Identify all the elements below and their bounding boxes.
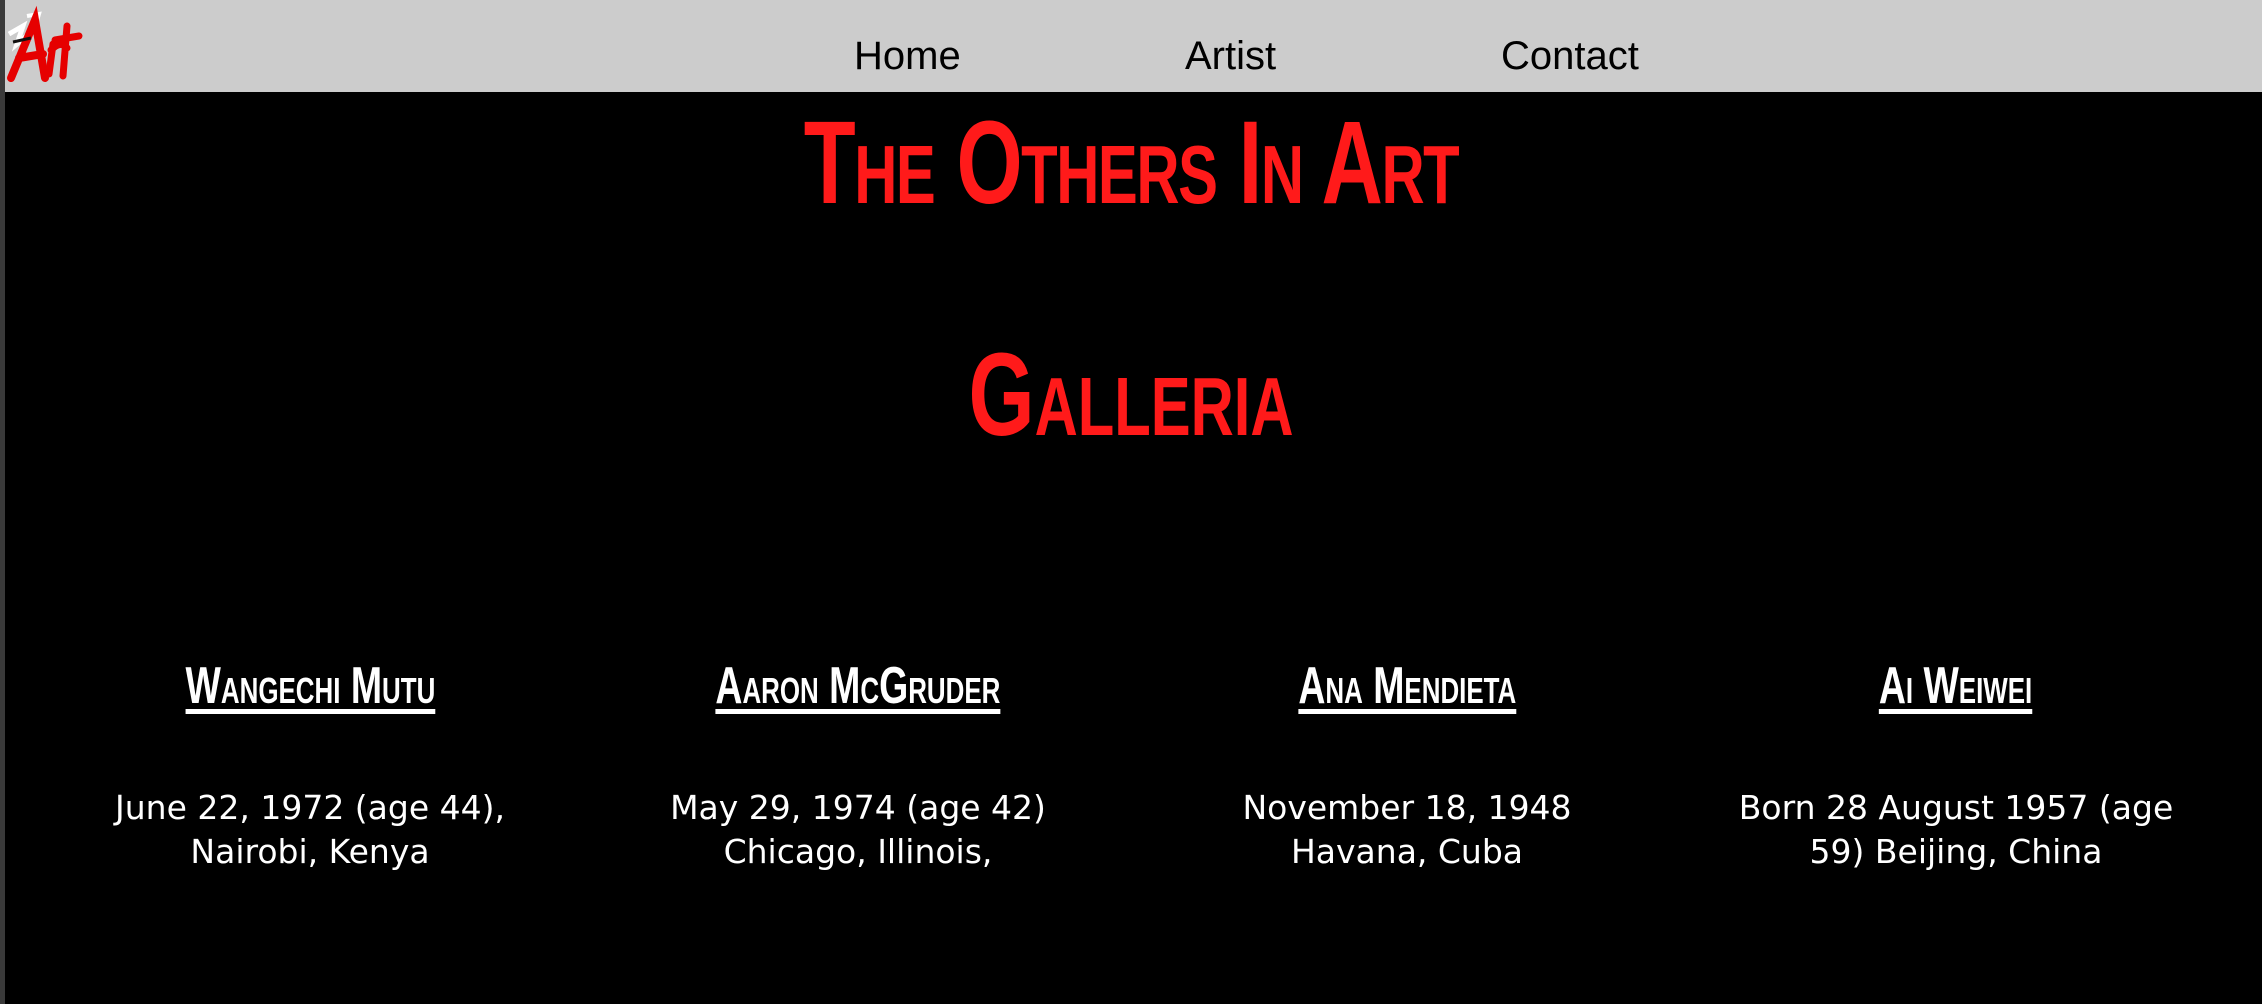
artist-card: Ai Weiwei Born 28 August 1957 (age 59) B…: [1716, 656, 2196, 874]
section-title: Galleria: [968, 329, 1294, 461]
top-navbar: Home Artist Contact: [5, 0, 2262, 92]
art-logo-icon[interactable]: [5, 4, 85, 84]
nav-link-home[interactable]: Home: [854, 32, 961, 80]
nav-link-artist[interactable]: Artist: [1185, 32, 1276, 80]
artist-name-link[interactable]: Wangechi Mutu: [185, 656, 435, 716]
window-edge: [0, 0, 5, 1004]
artist-name-link[interactable]: Aaron McGruder: [716, 656, 1001, 716]
nav-link-contact[interactable]: Contact: [1501, 32, 1639, 80]
artist-card: Aaron McGruder May 29, 1974 (age 42) Chi…: [618, 656, 1098, 874]
artist-name-link[interactable]: Ai Weiwei: [1879, 656, 2032, 716]
site-title: The Others In Art: [803, 97, 1460, 229]
artist-info: May 29, 1974 (age 42) Chicago, Illinois,: [670, 788, 1046, 871]
artist-name-link[interactable]: Ana Mendieta: [1298, 656, 1516, 716]
artist-info: June 22, 1972 (age 44), Nairobi, Kenya: [115, 788, 505, 871]
artist-card: Ana Mendieta November 18, 1948 Havana, C…: [1167, 656, 1647, 874]
artist-info: Born 28 August 1957 (age 59) Beijing, Ch…: [1738, 788, 2174, 871]
artist-card: Wangechi Mutu June 22, 1972 (age 44), Na…: [70, 656, 550, 874]
artist-info: November 18, 1948 Havana, Cuba: [1242, 788, 1572, 871]
